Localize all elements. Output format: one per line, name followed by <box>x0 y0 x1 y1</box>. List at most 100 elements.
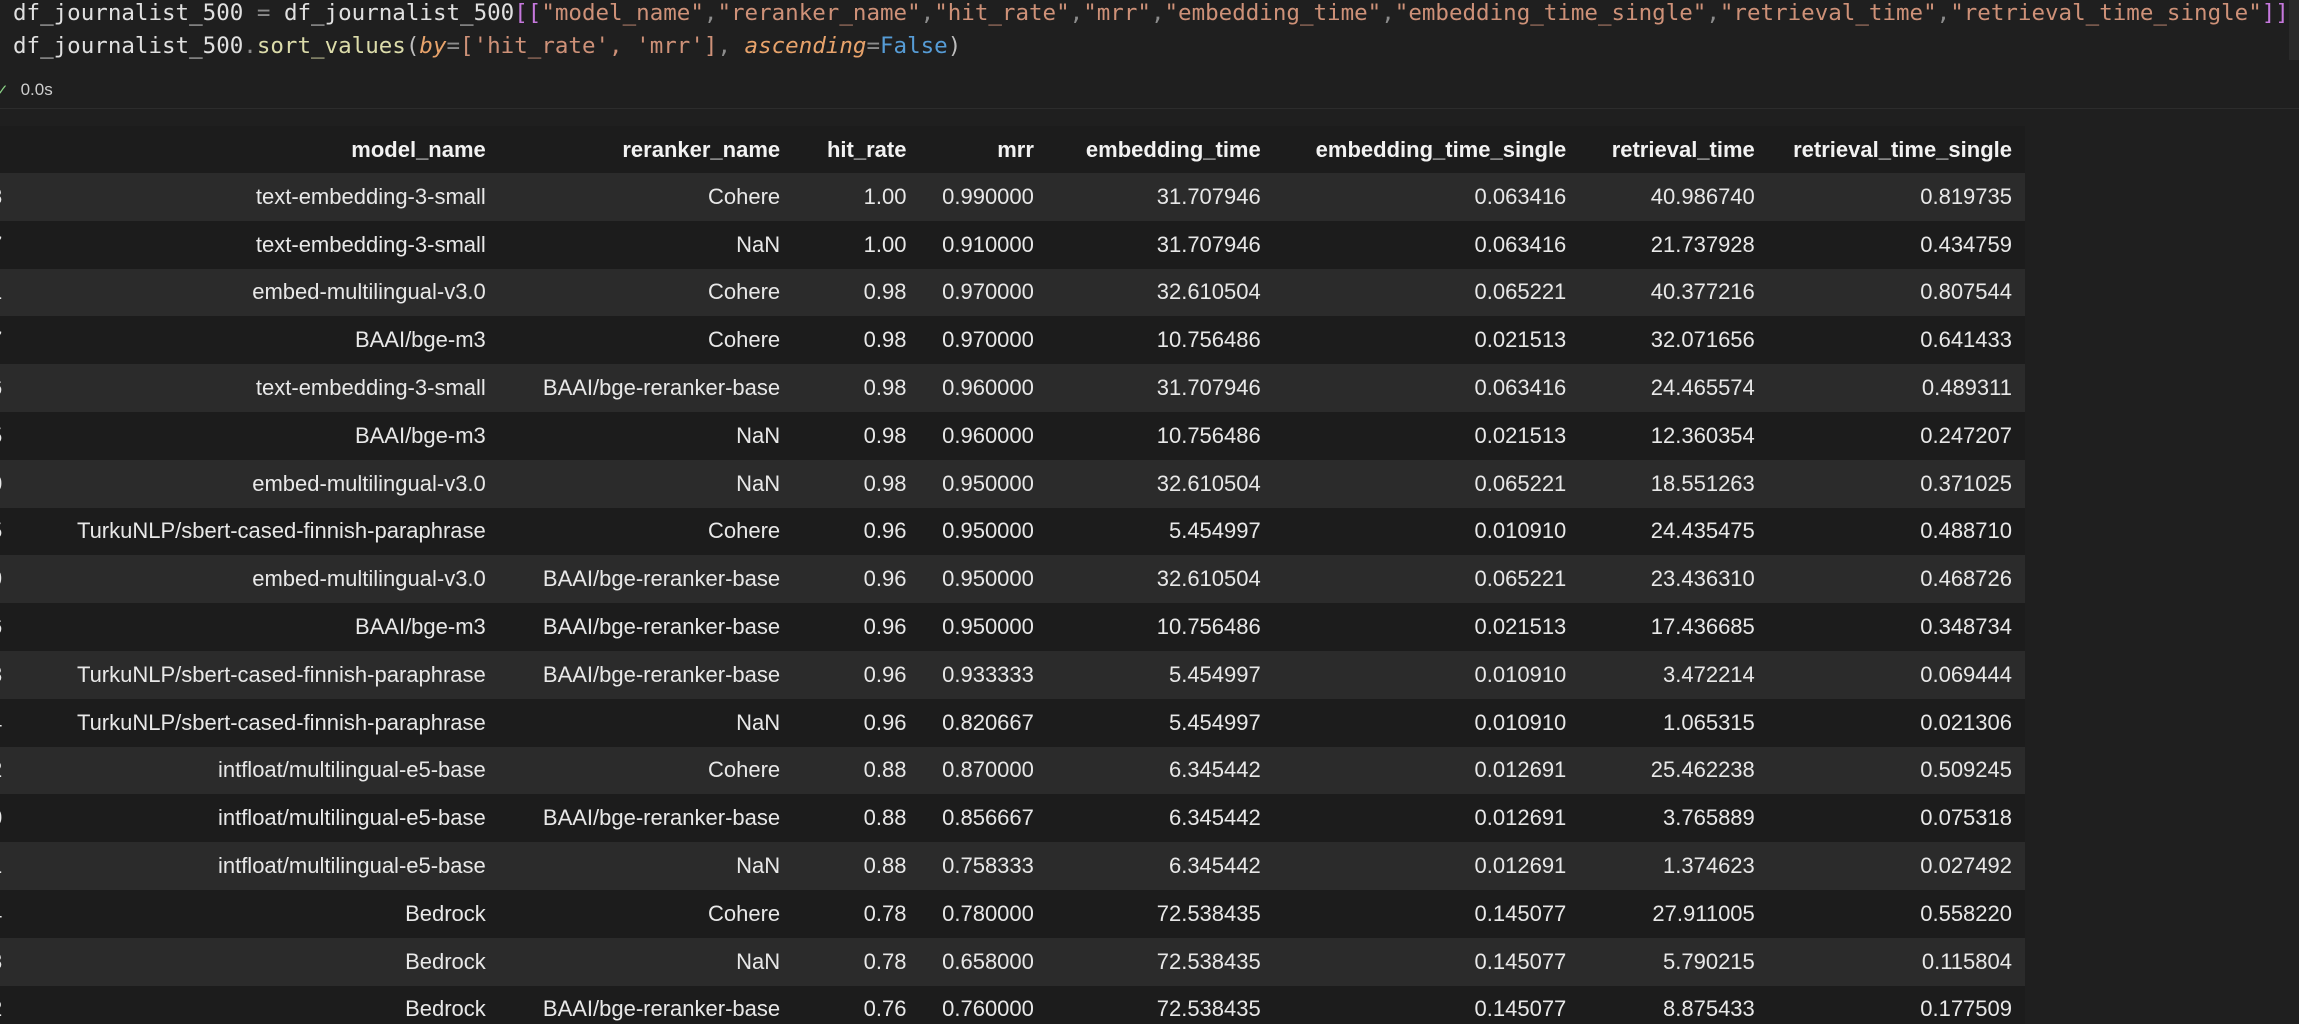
table-row: 1 intfloat/multilingual-e5-baseNaN0.880.7… <box>0 842 2025 890</box>
cell-retrieval-time: 3.472214 <box>1575 650 1764 699</box>
cell-reranker-name: Cohere <box>494 173 790 221</box>
cell-mrr: 0.758333 <box>915 842 1043 890</box>
row-index: 6 <box>0 603 10 651</box>
cell-embedding-time-single: 0.145077 <box>1269 985 1576 1024</box>
cell-embedding-time: 10.756486 <box>1042 411 1270 460</box>
cell-mrr: 0.950000 <box>915 603 1043 651</box>
table-row: 7BAAI/bge-m3Cohere0.980.97000010.7564860… <box>0 316 2025 365</box>
cell-embedding-time-single: 0.063416 <box>1269 173 1576 221</box>
code-line-1[interactable]: df_journalist_500 = df_journalist_500[["… <box>13 0 2289 28</box>
row-index-label: 4 <box>0 901 2 927</box>
cell-mrr: 0.820667 <box>915 698 1043 747</box>
column-header-model-name: model_name <box>9 126 495 173</box>
cell-embedding-time-single: 0.012691 <box>1269 746 1576 795</box>
cell-retrieval-time: 40.986740 <box>1575 173 1764 221</box>
row-index-label: 1 <box>0 279 2 305</box>
execution-status: ✓ 0.0s <box>0 77 53 103</box>
row-index: 8 <box>0 173 10 221</box>
cell-embedding-time: 32.610504 <box>1042 555 1270 604</box>
cell-mrr: 0.870000 <box>915 746 1043 795</box>
cell-model-name: Bedrock <box>9 937 495 986</box>
cell-model-name: text-embedding-3-small <box>9 220 495 269</box>
cell-retrieval-time: 24.435475 <box>1575 507 1764 556</box>
code-param: by <box>419 33 447 59</box>
cell-embedding-time-single: 0.021513 <box>1269 316 1576 365</box>
row-index: 2 <box>0 746 10 795</box>
cell-hit-rate: 1.00 <box>789 220 916 269</box>
cell-model-name: BAAI/bge-m3 <box>9 316 495 365</box>
cell-embedding-time: 5.454997 <box>1042 650 1270 699</box>
cell-reranker-name: NaN <box>494 698 790 747</box>
column-header-embedding-time: embedding_time <box>1042 126 1270 173</box>
row-index-label: 6 <box>0 614 2 640</box>
cell-output[interactable]: model_name reranker_name hit_rate mrr em… <box>0 126 2025 1024</box>
cell-hit-rate: 0.98 <box>789 364 916 412</box>
cell-retrieval-time-single: 0.434759 <box>1763 220 2025 269</box>
table-row: 6 text-embedding-3-smallBAAI/bge-reranker… <box>0 364 2025 412</box>
cell-retrieval-time-single: 0.115804 <box>1763 937 2025 986</box>
code-variable: df_journalist_500 <box>13 33 244 59</box>
cell-mrr: 0.950000 <box>915 555 1043 604</box>
column-header-index <box>0 126 10 173</box>
cell-embedding-time-single: 0.065221 <box>1269 555 1576 604</box>
cell-embedding-time-single: 0.021513 <box>1269 603 1576 651</box>
cell-embedding-time: 6.345442 <box>1042 842 1270 890</box>
table-row: 3 BedrockNaN0.780.65800072.5384350.145077… <box>0 937 2025 986</box>
cell-retrieval-time: 18.551263 <box>1575 459 1764 508</box>
cell-model-name: Bedrock <box>9 985 495 1024</box>
cell-model-name: embed-multilingual-v3.0 <box>9 268 495 317</box>
table-row: 2 BedrockBAAI/bge-reranker-base0.760.7600… <box>0 985 2025 1024</box>
table-row: 0 intfloat/multilingual-e5-baseBAAI/bge-r… <box>0 794 2025 843</box>
cell-embedding-time-single: 0.010910 <box>1269 650 1576 699</box>
cell-retrieval-time-single: 0.177509 <box>1763 985 2025 1024</box>
row-index-label: 0 <box>0 805 2 831</box>
cell-hit-rate: 0.78 <box>789 937 916 986</box>
cell-embedding-time-single: 0.063416 <box>1269 364 1576 412</box>
row-index-label: 8 <box>0 184 2 210</box>
cell-retrieval-time-single: 0.509245 <box>1763 746 2025 795</box>
table-row: 5 TurkuNLP/sbert-cased-finnish-paraphrase… <box>0 507 2025 556</box>
cell-retrieval-time-single: 0.075318 <box>1763 794 2025 843</box>
table-row: 3 TurkuNLP/sbert-cased-finnish-paraphrase… <box>0 650 2025 699</box>
code-cell[interactable]: df_journalist_500 = df_journalist_500[["… <box>0 0 2299 120</box>
cell-mrr: 0.960000 <box>915 364 1043 412</box>
row-index: 7 <box>0 220 10 269</box>
cell-divider <box>0 108 2299 109</box>
cell-mrr: 0.950000 <box>915 459 1043 508</box>
cell-retrieval-time-single: 0.348734 <box>1763 603 2025 651</box>
code-column-string: "embedding_time_single" <box>1394 0 1707 26</box>
row-index: 2 <box>0 985 10 1024</box>
column-header-reranker-name: reranker_name <box>494 126 790 173</box>
row-index-label: 2 <box>0 996 2 1022</box>
row-index: 6 <box>0 364 10 412</box>
cell-model-name: BAAI/bge-m3 <box>9 603 495 651</box>
cell-embedding-time: 6.345442 <box>1042 794 1270 843</box>
code-column-string: "mrr" <box>1083 0 1151 26</box>
cell-embedding-time: 72.538435 <box>1042 937 1270 986</box>
cell-model-name: TurkuNLP/sbert-cased-finnish-paraphrase <box>9 650 495 699</box>
row-index-label: 1 <box>0 853 2 879</box>
cell-hit-rate: 0.96 <box>789 603 916 651</box>
row-index: 4 <box>0 698 10 747</box>
cell-reranker-name: BAAI/bge-reranker-base <box>494 985 790 1024</box>
cell-retrieval-time: 24.465574 <box>1575 364 1764 412</box>
table-row: 8 text-embedding-3-smallCohere1.000.99000… <box>0 173 2025 221</box>
code-variable: df_journalist_500 <box>283 0 515 26</box>
cell-model-name: embed-multilingual-v3.0 <box>9 459 495 508</box>
cell-hit-rate: 0.96 <box>789 698 916 747</box>
cell-reranker-name: Cohere <box>494 746 790 795</box>
cell-model-name: text-embedding-3-small <box>9 173 495 221</box>
code-column-string: "reranker_name" <box>717 0 921 26</box>
row-index-label: 2 <box>0 757 2 783</box>
cell-reranker-name: NaN <box>494 411 790 460</box>
code-line-2[interactable]: df_journalist_500.sort_values(by=['hit_r… <box>13 31 961 61</box>
cell-embedding-time-single: 0.012691 <box>1269 842 1576 890</box>
code-keyword: False <box>880 33 948 59</box>
row-index-label: 3 <box>0 662 2 688</box>
row-index-label: 4 <box>0 710 2 736</box>
cell-embedding-time: 5.454997 <box>1042 698 1270 747</box>
cell-embedding-time-single: 0.021513 <box>1269 411 1576 460</box>
table-row: 1 embed-multilingual-v3.0Cohere0.980.9700… <box>0 268 2025 317</box>
cell-hit-rate: 0.98 <box>789 411 916 460</box>
cell-hit-rate: 0.98 <box>789 268 916 317</box>
